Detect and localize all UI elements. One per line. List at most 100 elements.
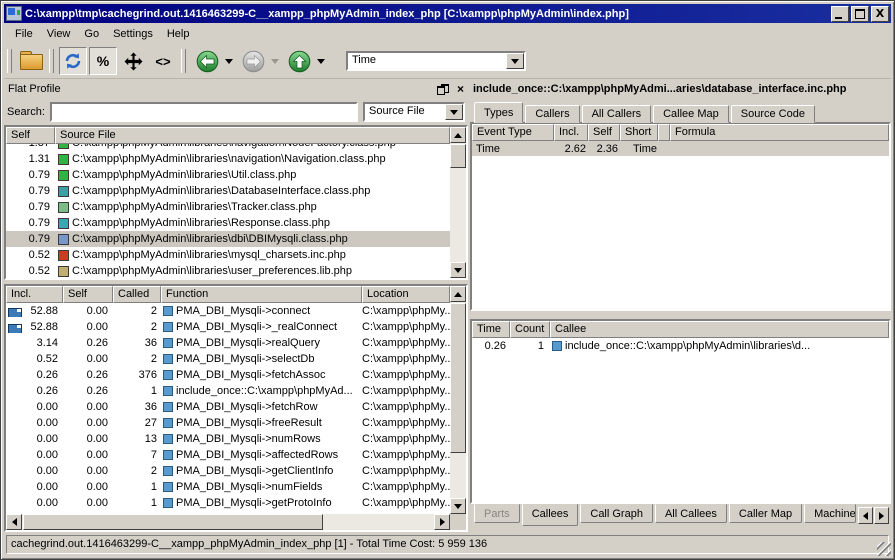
scrollbar-thumb[interactable] <box>23 514 323 530</box>
column-header-count[interactable]: Count <box>510 321 550 338</box>
toolbar-handle[interactable] <box>7 49 12 73</box>
close-button[interactable]: X <box>871 6 889 22</box>
column-header-location[interactable]: Location <box>362 286 450 303</box>
toolbar-handle[interactable] <box>49 49 54 73</box>
table-row[interactable]: 0.79C:\xampp\phpMyAdmin\libraries\Util.c… <box>6 167 450 183</box>
group-by-combobox[interactable]: Source File <box>363 102 465 122</box>
panel-title-bar[interactable]: Flat Profile × <box>4 79 468 99</box>
column-header-incl[interactable]: Incl. <box>6 286 63 303</box>
title-bar[interactable]: C:\xampp\tmp\cachegrind.out.1416463299-C… <box>4 4 891 23</box>
table-row[interactable]: 1.37C:\xampp\phpMyAdmin\libraries\naviga… <box>6 144 450 151</box>
table-row[interactable]: 0.52C:\xampp\phpMyAdmin\libraries\mysql_… <box>6 247 450 263</box>
vertical-scrollbar[interactable] <box>450 127 466 278</box>
table-row[interactable]: 0.000.0013PMA_DBI_Mysqli->numRowsC:\xamp… <box>6 431 450 447</box>
menu-item-view[interactable]: View <box>40 26 78 42</box>
scrollbar-thumb[interactable] <box>450 144 466 168</box>
table-row[interactable]: 0.79C:\xampp\phpMyAdmin\libraries\Respon… <box>6 215 450 231</box>
search-input[interactable] <box>50 102 358 122</box>
column-header-incl[interactable]: Incl. <box>554 124 588 141</box>
tab-caller-map[interactable]: Caller Map <box>729 504 802 523</box>
menu-item-settings[interactable]: Settings <box>106 26 160 42</box>
table-row[interactable]: 0.260.261include_once::C:\xampp\phpMyAd.… <box>6 383 450 399</box>
close-panel-icon[interactable]: × <box>457 84 464 95</box>
table-row[interactable]: 0.000.0036PMA_DBI_Mysqli->fetchRowC:\xam… <box>6 399 450 415</box>
menu-item-file[interactable]: File <box>8 26 40 42</box>
column-header-self[interactable]: Self <box>6 127 55 144</box>
forward-dropdown-arrow[interactable] <box>271 59 279 64</box>
table-row[interactable]: 52.880.002PMA_DBI_Mysqli->connectC:\xamp… <box>6 303 450 319</box>
back-dropdown-arrow[interactable] <box>225 59 233 64</box>
menu-item-help[interactable]: Help <box>160 26 197 42</box>
tab-all-callers[interactable]: All Callers <box>582 105 652 123</box>
menu-item-go[interactable]: Go <box>77 26 106 42</box>
dock-layout-button[interactable] <box>119 47 147 75</box>
column-header-called[interactable]: Called <box>113 286 161 303</box>
open-file-button[interactable] <box>17 47 45 75</box>
self-value: 0.52 <box>6 265 50 277</box>
table-row[interactable]: 0.52C:\xampp\phpMyAdmin\libraries\user_p… <box>6 263 450 278</box>
tab-scroll-right-button[interactable] <box>874 507 889 524</box>
combo-arrow-button[interactable] <box>445 104 463 120</box>
tab-source-code[interactable]: Source Code <box>731 105 815 123</box>
table-row[interactable]: 0.000.0027PMA_DBI_Mysqli->freeResultC:\x… <box>6 415 450 431</box>
table-row[interactable]: 0.79C:\xampp\phpMyAdmin\libraries\Databa… <box>6 183 450 199</box>
tab-callers[interactable]: Callers <box>525 105 579 123</box>
short-value: Time <box>620 143 670 155</box>
table-row-selected[interactable]: Time 2.62 2.36 Time <box>472 141 889 156</box>
column-header-source-file[interactable]: Source File <box>55 127 450 144</box>
tab-scroll-left-button[interactable] <box>858 507 873 524</box>
resize-grip[interactable] <box>877 542 891 556</box>
table-row[interactable]: 0.79C:\xampp\phpMyAdmin\libraries\Tracke… <box>6 199 450 215</box>
table-row[interactable]: 0.000.007PMA_DBI_Mysqli->affectedRowsC:\… <box>6 447 450 463</box>
expand-button[interactable]: <> <box>149 47 177 75</box>
column-header-formula[interactable]: Formula <box>670 124 889 141</box>
back-button[interactable] <box>193 47 221 75</box>
scroll-up-button[interactable] <box>450 127 466 143</box>
table-row[interactable]: 3.140.2636PMA_DBI_Mysqli->realQueryC:\xa… <box>6 335 450 351</box>
horizontal-scrollbar[interactable] <box>6 514 450 530</box>
scroll-down-button[interactable] <box>450 498 466 514</box>
forward-button[interactable] <box>239 47 267 75</box>
relative-percent-button[interactable]: % <box>89 47 117 75</box>
scroll-right-button[interactable] <box>434 514 450 530</box>
toolbar-handle[interactable] <box>181 49 186 73</box>
column-header-spacer[interactable] <box>658 124 670 141</box>
table-row-selected[interactable]: 0.79C:\xampp\phpMyAdmin\libraries\dbi\DB… <box>6 231 450 247</box>
up-dropdown-arrow[interactable] <box>317 59 325 64</box>
scroll-left-button[interactable] <box>6 514 22 530</box>
column-header-callee[interactable]: Callee <box>550 321 889 338</box>
tab-callees[interactable]: Callees <box>522 504 579 526</box>
tab-machine[interactable]: Machine <box>804 504 856 523</box>
maximize-button[interactable] <box>851 6 869 22</box>
table-row[interactable]: 0.26 1 include_once::C:\xampp\phpMyAdmin… <box>472 338 889 354</box>
splitter-handle[interactable] <box>470 311 891 319</box>
table-row[interactable]: 0.000.001PMA_DBI_Mysqli->numFieldsC:\xam… <box>6 479 450 495</box>
table-row[interactable]: 52.880.002PMA_DBI_Mysqli->_realConnectC:… <box>6 319 450 335</box>
scroll-down-button[interactable] <box>450 262 466 278</box>
tab-types[interactable]: Types <box>474 102 523 123</box>
event-type-combobox[interactable]: Time <box>346 51 526 71</box>
table-row[interactable]: 1.31C:\xampp\phpMyAdmin\libraries\naviga… <box>6 151 450 167</box>
tab-call-graph[interactable]: Call Graph <box>580 504 653 523</box>
table-row[interactable]: 0.520.002PMA_DBI_Mysqli->selectDbC:\xamp… <box>6 351 450 367</box>
table-row[interactable]: 0.000.001PMA_DBI_Mysqli->getProtoInfoC:\… <box>6 495 450 511</box>
float-panel-icon[interactable] <box>437 84 449 95</box>
cycle-detection-button[interactable] <box>59 47 87 75</box>
vertical-scrollbar[interactable] <box>450 286 466 514</box>
scroll-up-button[interactable] <box>450 286 466 302</box>
column-header-function[interactable]: Function <box>161 286 362 303</box>
minimize-button[interactable] <box>831 6 849 22</box>
tab-parts[interactable]: Parts <box>474 504 520 523</box>
column-header-self[interactable]: Self <box>63 286 113 303</box>
tab-all-callees[interactable]: All Callees <box>655 504 727 523</box>
table-row[interactable]: 0.260.26376PMA_DBI_Mysqli->fetchAssocC:\… <box>6 367 450 383</box>
column-header-self[interactable]: Self <box>588 124 620 141</box>
column-header-time[interactable]: Time <box>472 321 510 338</box>
scrollbar-thumb[interactable] <box>450 303 466 453</box>
table-row[interactable]: 0.000.002PMA_DBI_Mysqli->getClientInfoC:… <box>6 463 450 479</box>
up-button[interactable] <box>285 47 313 75</box>
combo-arrow-button[interactable] <box>506 53 524 69</box>
column-header-short[interactable]: Short <box>620 124 658 141</box>
tab-callee-map[interactable]: Callee Map <box>653 105 729 123</box>
column-header-event-type[interactable]: Event Type <box>472 124 554 141</box>
